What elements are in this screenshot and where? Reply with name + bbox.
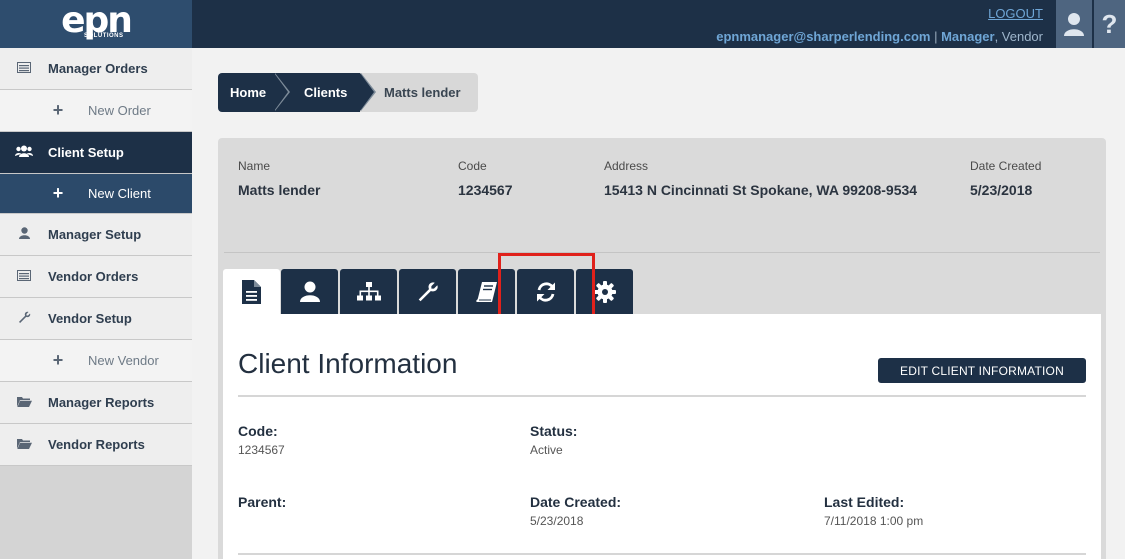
- field-date-created: Date Created: 5/23/2018: [530, 494, 621, 528]
- code-label: Code: [458, 159, 487, 173]
- sidebar-item-label: New Vendor: [88, 353, 159, 368]
- tab-hierarchy[interactable]: [340, 269, 397, 314]
- sidebar-item-label: Manager Reports: [48, 395, 155, 410]
- help-button[interactable]: ?: [1094, 0, 1125, 48]
- user-icon: [1064, 13, 1084, 36]
- sidebar-item-label: New Order: [88, 103, 151, 118]
- wrench-icon: [0, 311, 48, 327]
- top-bar: epn SOLUTIONS LOGOUT epnmanager@sharperl…: [0, 0, 1125, 48]
- folder-icon: [0, 438, 48, 452]
- user-vendor: , Vendor: [994, 29, 1043, 44]
- field-status: Status: Active: [530, 423, 577, 457]
- plus-icon: +: [52, 100, 64, 120]
- sidebar-item-vendor-reports[interactable]: Vendor Reports: [0, 424, 192, 466]
- folder-icon: [0, 396, 48, 410]
- address-label: Address: [604, 159, 649, 173]
- user-role: Manager: [941, 29, 995, 44]
- breadcrumb-current: Matts lender: [360, 73, 478, 112]
- sidebar-item-label: Client Setup: [48, 145, 124, 160]
- sidebar-item-vendor-orders[interactable]: Vendor Orders: [0, 256, 192, 298]
- field-value: 7/11/2018 1:00 pm: [824, 514, 924, 528]
- page-title: Client Information: [238, 348, 458, 379]
- wrench-icon: [418, 281, 438, 301]
- list-icon: [0, 269, 48, 284]
- user-line: epnmanager@sharperlending.com | Manager,…: [716, 29, 1043, 44]
- sidebar-item-client-setup[interactable]: Client Setup: [0, 132, 192, 174]
- sidebar-item-vendor-setup[interactable]: Vendor Setup: [0, 298, 192, 340]
- field-parent: Parent:: [238, 494, 286, 514]
- divider: [238, 553, 1086, 555]
- field-label: Last Edited:: [824, 494, 905, 510]
- user-icon: [299, 281, 320, 302]
- sidebar-item-label: Vendor Reports: [48, 437, 145, 452]
- client-name-block: Name Matts lender: [238, 159, 320, 201]
- user-email: epnmanager@sharperlending.com: [716, 29, 931, 44]
- sidebar-item-new-order[interactable]: + New Order: [0, 90, 192, 132]
- divider: [238, 395, 1086, 397]
- field-label: Status:: [530, 423, 578, 439]
- question-icon: ?: [1101, 8, 1118, 39]
- field-label: Date Created:: [530, 494, 622, 510]
- document-icon: [242, 279, 261, 304]
- breadcrumb: Home Clients Matts lender: [218, 73, 478, 112]
- tab-client-info[interactable]: [223, 269, 280, 314]
- client-code-block: Code 1234567: [458, 159, 513, 201]
- sidebar-background: [0, 466, 192, 559]
- client-name: Matts lender: [238, 182, 321, 198]
- edit-client-information-button[interactable]: EDIT CLIENT INFORMATION: [878, 358, 1086, 383]
- sidebar-item-label: Vendor Setup: [48, 311, 132, 326]
- sidebar-item-label: Manager Orders: [48, 61, 148, 76]
- client-code: 1234567: [458, 182, 513, 198]
- sidebar-item-new-vendor[interactable]: + New Vendor: [0, 340, 192, 382]
- user-profile-button[interactable]: [1056, 0, 1092, 48]
- separator: |: [934, 29, 938, 44]
- date-created-label: Date Created: [970, 159, 1042, 173]
- tab-settings-tools[interactable]: [399, 269, 456, 314]
- list-icon: [0, 61, 48, 76]
- hierarchy-icon: [356, 281, 381, 300]
- tab-users[interactable]: [281, 269, 338, 314]
- logout-link[interactable]: LOGOUT: [716, 6, 1043, 21]
- gear-icon: [593, 280, 616, 303]
- users-icon: [0, 145, 48, 160]
- field-code: Code: 1234567: [238, 423, 285, 457]
- client-address: 15413 N Cincinnati St Spokane, WA 99208-…: [604, 182, 918, 198]
- client-date-block: Date Created 5/23/2018: [970, 159, 1041, 201]
- sidebar-item-new-client[interactable]: + New Client: [0, 174, 192, 214]
- sidebar-item-manager-orders[interactable]: Manager Orders: [0, 48, 192, 90]
- sidebar: Manager Orders + New Order Client Setup …: [0, 48, 192, 559]
- sidebar-item-label: New Client: [88, 186, 151, 201]
- sidebar-item-manager-setup[interactable]: Manager Setup: [0, 214, 192, 256]
- client-information-panel: Client Information EDIT CLIENT INFORMATI…: [223, 314, 1101, 559]
- plus-icon: +: [52, 183, 64, 203]
- name-label: Name: [238, 159, 271, 173]
- logo-subtitle: SOLUTIONS: [84, 33, 124, 39]
- breadcrumb-home[interactable]: Home: [218, 73, 290, 112]
- user-info: LOGOUT epnmanager@sharperlending.com | M…: [716, 6, 1043, 44]
- client-address-block: Address 15413 N Cincinnati St Spokane, W…: [604, 159, 934, 201]
- field-label: Code:: [238, 423, 278, 439]
- user-icon: [0, 227, 48, 242]
- field-label: Parent:: [238, 494, 287, 510]
- divider: [224, 252, 1100, 253]
- field-last-edited: Last Edited: 7/11/2018 1:00 pm: [824, 494, 923, 528]
- logo[interactable]: epn SOLUTIONS: [0, 0, 192, 48]
- book-icon: [475, 281, 497, 302]
- field-value: 5/23/2018: [530, 514, 584, 528]
- sidebar-item-manager-reports[interactable]: Manager Reports: [0, 382, 192, 424]
- plus-icon: +: [52, 350, 64, 370]
- sidebar-item-label: Vendor Orders: [48, 269, 139, 284]
- field-value: 1234567: [238, 443, 285, 457]
- sidebar-item-label: Manager Setup: [48, 227, 142, 242]
- field-value: Active: [530, 443, 563, 457]
- client-date-created: 5/23/2018: [970, 182, 1033, 198]
